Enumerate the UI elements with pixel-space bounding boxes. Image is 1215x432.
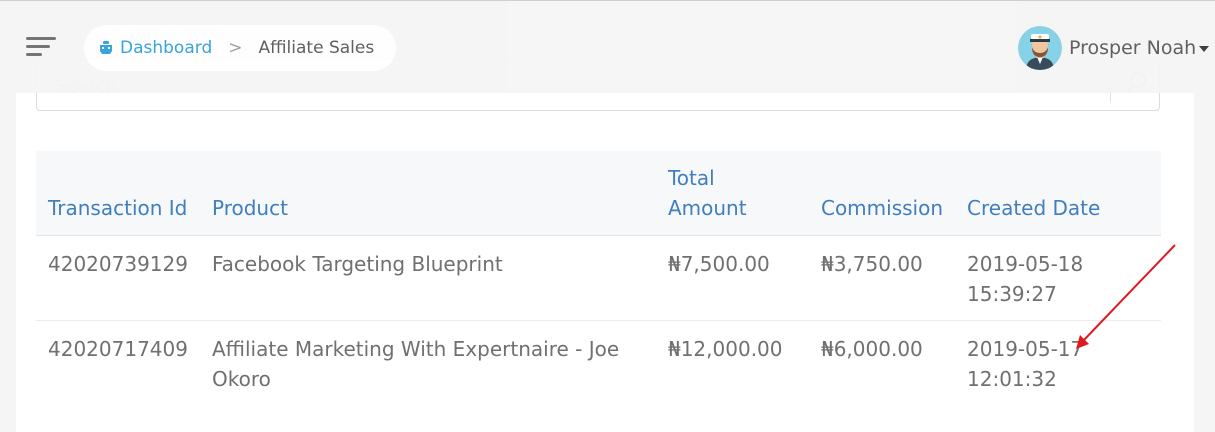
caret-down-icon[interactable]: [1199, 46, 1210, 52]
table-row: 42020717409 Affiliate Marketing With Exp…: [36, 321, 1161, 406]
top-bar: Dashboard > Affiliate Sales Prosper Noah: [0, 1, 1215, 93]
dashboard-icon: [100, 41, 112, 54]
page: Dashboard > Affiliate Sales Prosp: [0, 0, 1215, 432]
avatar: [1018, 26, 1062, 70]
cell-commission: ₦3,750.00: [808, 235, 956, 321]
user-menu[interactable]: Prosper Noah: [1018, 25, 1210, 71]
breadcrumb-home-label[interactable]: Dashboard: [120, 38, 212, 58]
column-header-created-date[interactable]: Created Date: [955, 151, 1161, 236]
cell-commission: ₦6,000.00: [820, 337, 923, 361]
cell-created-date: 2019-05-18 15:39:27: [955, 235, 1161, 321]
cell-transaction-id: 42020739129: [36, 235, 200, 321]
breadcrumb-current: Affiliate Sales: [258, 38, 375, 58]
column-header-product[interactable]: Product: [199, 151, 656, 236]
breadcrumb-dashboard-link[interactable]: Dashboard: [98, 38, 212, 58]
hamburger-menu-icon[interactable]: [26, 37, 56, 59]
cell-product: Affiliate Marketing With Expertnaire - J…: [211, 337, 620, 391]
cell-transaction-id: 42020717409: [48, 337, 188, 361]
cell-created-date: 2019-05-17 12:01:32: [967, 337, 1084, 391]
cell-total-amount: ₦12,000.00: [667, 337, 783, 361]
column-header-total-amount[interactable]: Total Amount: [655, 151, 809, 236]
column-header-commission[interactable]: Commission: [808, 151, 956, 236]
table-header-row: Transaction Id Product Total Amount Comm…: [36, 151, 1161, 236]
column-header-transaction-id[interactable]: Transaction Id: [36, 151, 200, 236]
affiliate-sales-table: Transaction Id Product Total Amount Comm…: [36, 151, 1161, 405]
user-name[interactable]: Prosper Noah: [1069, 37, 1196, 59]
breadcrumb: Dashboard > Affiliate Sales: [84, 25, 397, 71]
table-row: 42020739129 Facebook Targeting Blueprint…: [36, 235, 1161, 321]
cell-total-amount: ₦7,500.00: [655, 235, 809, 321]
cell-product: Facebook Targeting Blueprint: [199, 235, 656, 321]
breadcrumb-separator: >: [228, 38, 243, 58]
